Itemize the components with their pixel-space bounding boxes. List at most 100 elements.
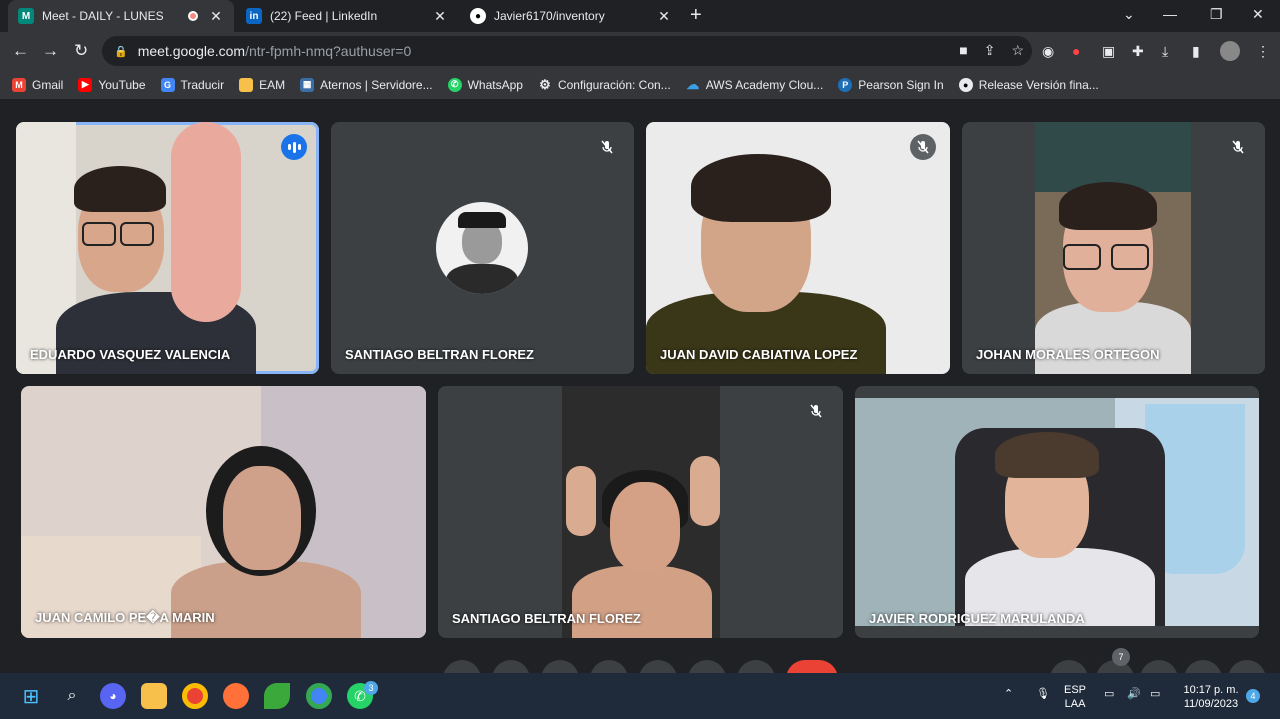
bookmark-label: Aternos | Servidore...: [320, 77, 433, 92]
participant-tile[interactable]: JUAN CAMILO PE�A MARIN: [21, 386, 426, 638]
bookmark-configuracion[interactable]: ⚙ Configuración: Con...: [538, 77, 671, 92]
bookmark-label: WhatsApp: [467, 77, 523, 92]
language-indicator[interactable]: ESP LAA: [1064, 683, 1086, 711]
avatar[interactable]: [1220, 41, 1240, 61]
chrome-icon[interactable]: [182, 683, 208, 709]
taskbar: ⊞ ⌕ ◕ ✆ 3 ⌃ 🎙 ESP LAA ▭ 🔊 ▭ 10:17 p. m. …: [0, 673, 1280, 719]
participant-name: JUAN DAVID CABIATIVA LOPEZ: [660, 347, 858, 362]
participant-tile[interactable]: JUAN DAVID CABIATIVA LOPEZ: [646, 122, 950, 374]
battery-icon[interactable]: ▭: [1150, 687, 1160, 701]
adblock-icon[interactable]: ●: [1072, 43, 1080, 59]
translate-icon: G: [160, 77, 175, 92]
cloud-icon: ☁: [686, 76, 700, 92]
back-button[interactable]: ←: [12, 41, 29, 61]
leaf-app-icon[interactable]: [264, 683, 290, 709]
firefox-icon[interactable]: [223, 683, 249, 709]
sidepanel-icon[interactable]: ▮: [1192, 43, 1200, 60]
participant-name: SANTIAGO BELTRAN FLOREZ: [345, 347, 534, 362]
date: 11/09/2023: [1183, 698, 1239, 710]
camera-icon[interactable]: ■: [959, 42, 967, 59]
tab-search-icon[interactable]: ⌄: [1123, 6, 1135, 23]
puzzle-icon[interactable]: ✚: [1132, 43, 1144, 60]
star-icon[interactable]: ☆: [1011, 42, 1024, 59]
share-icon[interactable]: ⇪: [984, 42, 996, 59]
bookmark-label: YouTube: [98, 77, 146, 92]
whatsapp-icon: ✆: [447, 77, 462, 92]
forward-button[interactable]: →: [42, 41, 59, 61]
new-tab-button[interactable]: +: [690, 4, 702, 27]
url-host: meet.google.com: [137, 43, 246, 59]
bookmark-label: EAM: [259, 77, 286, 92]
whatsapp-badge: 3: [364, 681, 378, 695]
meet-icon: M: [18, 8, 34, 24]
participant-tile[interactable]: JOHAN MORALES ORTEGON: [962, 122, 1265, 374]
close-icon[interactable]: ✕: [208, 8, 224, 25]
address-bar[interactable]: 🔒 meet.google.com/ntr-fpmh-nmq?authuser=…: [102, 36, 1032, 66]
mic-off-icon: [594, 134, 620, 160]
download-icon[interactable]: ⤓: [1162, 43, 1168, 60]
participant-tile[interactable]: SANTIAGO BELTRAN FLOREZ: [331, 122, 634, 374]
pearson-icon: P: [838, 77, 853, 92]
notifications-badge[interactable]: 4: [1246, 689, 1260, 703]
display-icon[interactable]: ▭: [1104, 687, 1114, 701]
youtube-icon: ▶: [78, 77, 93, 92]
bookmark-label: Gmail: [32, 77, 64, 92]
bookmark-label: Traducir: [180, 77, 225, 92]
bookmark-pearson[interactable]: P Pearson Sign In: [838, 77, 944, 92]
tab-linkedin[interactable]: in (22) Feed | LinkedIn ✕: [236, 0, 458, 32]
participant-tile[interactable]: SANTIAGO BELTRAN FLOREZ: [438, 386, 843, 638]
clock[interactable]: 10:17 p. m. 11/09/2023: [1176, 683, 1246, 711]
extension-icon[interactable]: ◉: [1042, 43, 1054, 60]
bookmark-aws[interactable]: ☁ AWS Academy Clou...: [686, 76, 824, 92]
participant-name: SANTIAGO BELTRAN FLOREZ: [452, 611, 641, 626]
bookmark-youtube[interactable]: ▶ YouTube: [78, 77, 146, 92]
lang-top: ESP: [1064, 684, 1087, 696]
video-feed: [21, 386, 426, 638]
mic-off-icon: [1225, 134, 1251, 160]
bookmark-eam[interactable]: EAM: [239, 77, 286, 92]
close-icon[interactable]: ✕: [656, 8, 672, 25]
menu-icon[interactable]: ⋮: [1256, 43, 1270, 60]
windows-start-icon[interactable]: ⊞: [18, 683, 44, 709]
video-feed: [646, 122, 950, 374]
restore-button[interactable]: ❐: [1210, 6, 1223, 23]
folder-icon: [239, 77, 254, 92]
close-window-button[interactable]: ✕: [1252, 6, 1264, 23]
chrome-active-icon[interactable]: [306, 683, 332, 709]
gmail-icon: M: [12, 77, 26, 92]
tab-meet[interactable]: M Meet - DAILY - LUNES ✕: [8, 0, 234, 32]
video-feed: [855, 398, 1259, 626]
close-icon[interactable]: ✕: [432, 8, 448, 25]
bookmark-label: Configuración: Con...: [557, 77, 671, 92]
bookmark-release[interactable]: ● Release Versión fina...: [958, 77, 1099, 92]
participant-name: JUAN CAMILO PE�A MARIN: [35, 610, 215, 625]
tray-chevron-icon[interactable]: ⌃: [1004, 687, 1013, 701]
microphone-icon[interactable]: 🎙: [1036, 687, 1050, 701]
volume-icon[interactable]: 🔊: [1127, 687, 1141, 701]
participant-tile[interactable]: EDUARDO VASQUEZ VALENCIA: [16, 122, 319, 374]
participant-name: JAVIER RODRIGUEZ MARULANDA: [869, 611, 1085, 626]
lock-icon: 🔒: [114, 45, 128, 58]
tab-bar: M Meet - DAILY - LUNES ✕ in (22) Feed | …: [0, 0, 1280, 32]
linkedin-icon: in: [246, 8, 262, 24]
bookmark-label: AWS Academy Clou...: [705, 77, 824, 92]
bookmark-gmail[interactable]: M Gmail: [12, 77, 64, 92]
participant-count-badge: 7: [1112, 648, 1130, 666]
minimize-button[interactable]: —: [1163, 6, 1177, 22]
bookmark-whatsapp[interactable]: ✆ WhatsApp: [447, 77, 523, 92]
time: 10:17 p. m.: [1183, 684, 1239, 696]
discord-icon[interactable]: ◕: [100, 683, 126, 709]
reload-button[interactable]: ↻: [74, 41, 88, 61]
participant-name: EDUARDO VASQUEZ VALENCIA: [30, 347, 231, 362]
participant-tile[interactable]: JAVIER RODRIGUEZ MARULANDA: [855, 386, 1259, 638]
mic-off-icon: [803, 398, 829, 424]
bookmark-aternos[interactable]: ▦ Aternos | Servidore...: [300, 77, 433, 92]
bookmarks-bar: M Gmail ▶ YouTube G Traducir EAM ▦ Aternos |…: [0, 70, 1280, 100]
tab-github[interactable]: ● Javier6170/inventory ✕: [460, 0, 682, 32]
tab-title: Javier6170/inventory: [494, 9, 605, 23]
translate-icon[interactable]: ▣: [1102, 43, 1115, 60]
bookmark-traducir[interactable]: G Traducir: [160, 77, 225, 92]
file-explorer-icon[interactable]: [141, 683, 167, 709]
search-icon[interactable]: ⌕: [59, 683, 85, 709]
toolbar: ← → ↻ 🔒 meet.google.com/ntr-fpmh-nmq?aut…: [0, 32, 1280, 70]
